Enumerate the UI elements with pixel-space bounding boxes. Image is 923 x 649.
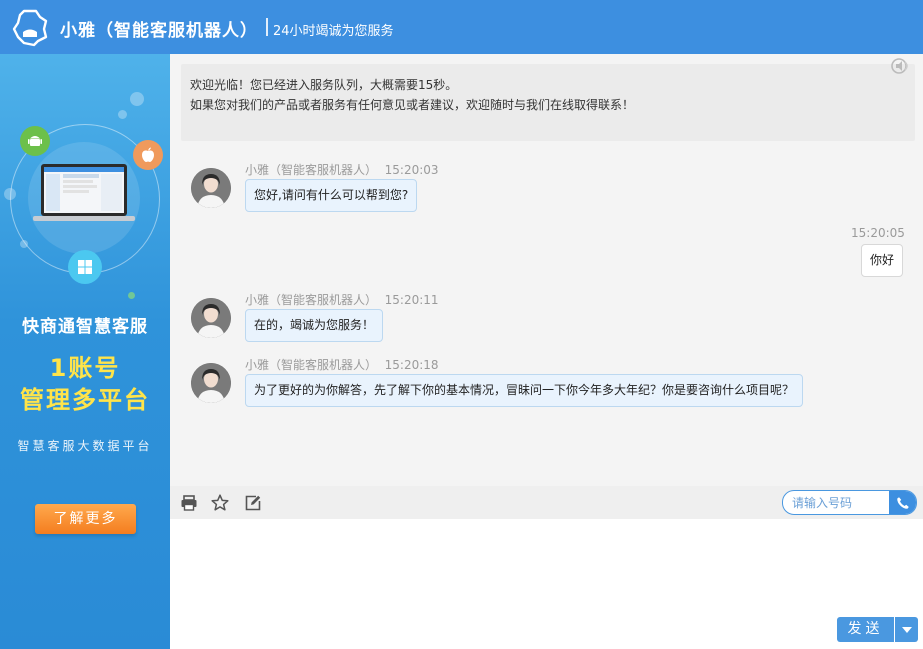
title-divider [266, 18, 268, 36]
bot-avatar [191, 363, 231, 403]
bot-message-bubble: 您好,请问有什么可以帮到您? [245, 179, 418, 212]
logo-icon [12, 9, 48, 47]
learn-more-button[interactable]: 了解更多 [35, 504, 136, 534]
message-sender: 小雅（智能客服机器人） [245, 293, 378, 307]
sidebar-headline-2: 管理多平台 [20, 386, 150, 414]
windows-icon [68, 250, 102, 284]
deco-dot [118, 110, 127, 119]
message-time: 15:20:18 [384, 358, 439, 372]
deco-dot [128, 292, 135, 299]
phone-callback [782, 490, 917, 515]
chat-history[interactable]: 欢迎光临！您已经进入服务队列，大概需要15秒。 如果您对我们的产品或者服务有任何… [170, 54, 923, 486]
apple-icon [133, 140, 163, 170]
sidebar-ad[interactable]: 快商通智慧客服 1账号 管理多平台 智慧客服大数据平台 了解更多 [0, 54, 170, 649]
sidebar-brand: 快商通智慧客服 [22, 317, 148, 337]
chat-title: 小雅（智能客服机器人） [60, 21, 258, 41]
star-icon[interactable] [210, 493, 230, 513]
message-meta: 小雅（智能客服机器人） 15:20:11 [245, 291, 439, 308]
message-meta: 小雅（智能客服机器人） 15:20:03 [245, 161, 439, 178]
send-button[interactable]: 发送 [837, 617, 894, 642]
phone-input[interactable] [783, 491, 896, 514]
call-button[interactable] [889, 491, 916, 514]
send-options-button[interactable] [895, 617, 918, 642]
bot-message-bubble: 在的，竭诚为您服务！ [245, 309, 384, 342]
bot-avatar [191, 298, 231, 338]
sound-icon[interactable] [890, 56, 912, 76]
chat-slogan: 24小时竭诚为您服务 [273, 24, 394, 39]
bot-avatar [191, 168, 231, 208]
sidebar-headline: 1账号 管理多平台 [0, 352, 170, 416]
laptop-illustration [33, 164, 135, 221]
message-time: 15:20:03 [384, 163, 439, 177]
message-time: 15:20:11 [384, 293, 439, 307]
user-message-bubble: 你好 [861, 244, 904, 277]
bot-message-bubble: 为了更好的为你解答，先了解下你的基本情况，冒昧问一下你今年多大年纪？你是要咨询什… [245, 374, 804, 407]
header-bar: 小雅（智能客服机器人） 24小时竭诚为您服务 [0, 0, 923, 54]
sidebar-headline-1: 1账号 [49, 354, 121, 382]
message-sender: 小雅（智能客服机器人） [245, 163, 378, 177]
deco-dot [130, 92, 144, 106]
deco-dot [4, 188, 16, 200]
print-icon[interactable] [179, 493, 199, 513]
android-icon [20, 126, 50, 156]
composer-toolbar [170, 486, 923, 519]
deco-dot [20, 240, 28, 248]
message-meta: 小雅（智能客服机器人） 15:20:18 [245, 356, 439, 373]
message-input[interactable] [170, 519, 923, 649]
message-sender: 小雅（智能客服机器人） [245, 358, 378, 372]
chevron-down-icon [901, 626, 912, 633]
sidebar-tagline: 智慧客服大数据平台 [17, 439, 153, 453]
message-time: 15:20:05 [851, 226, 905, 240]
edit-icon[interactable] [243, 493, 263, 513]
notice-line-2: 如果您对我们的产品或者服务有任何意见或者建议，欢迎随时与我们在线取得联系！ [190, 98, 635, 112]
phone-icon [896, 496, 909, 509]
notice-line-1: 欢迎光临！您已经进入服务队列，大概需要15秒。 [190, 78, 458, 92]
queue-notice: 欢迎光临！您已经进入服务队列，大概需要15秒。 如果您对我们的产品或者服务有任何… [181, 64, 915, 141]
